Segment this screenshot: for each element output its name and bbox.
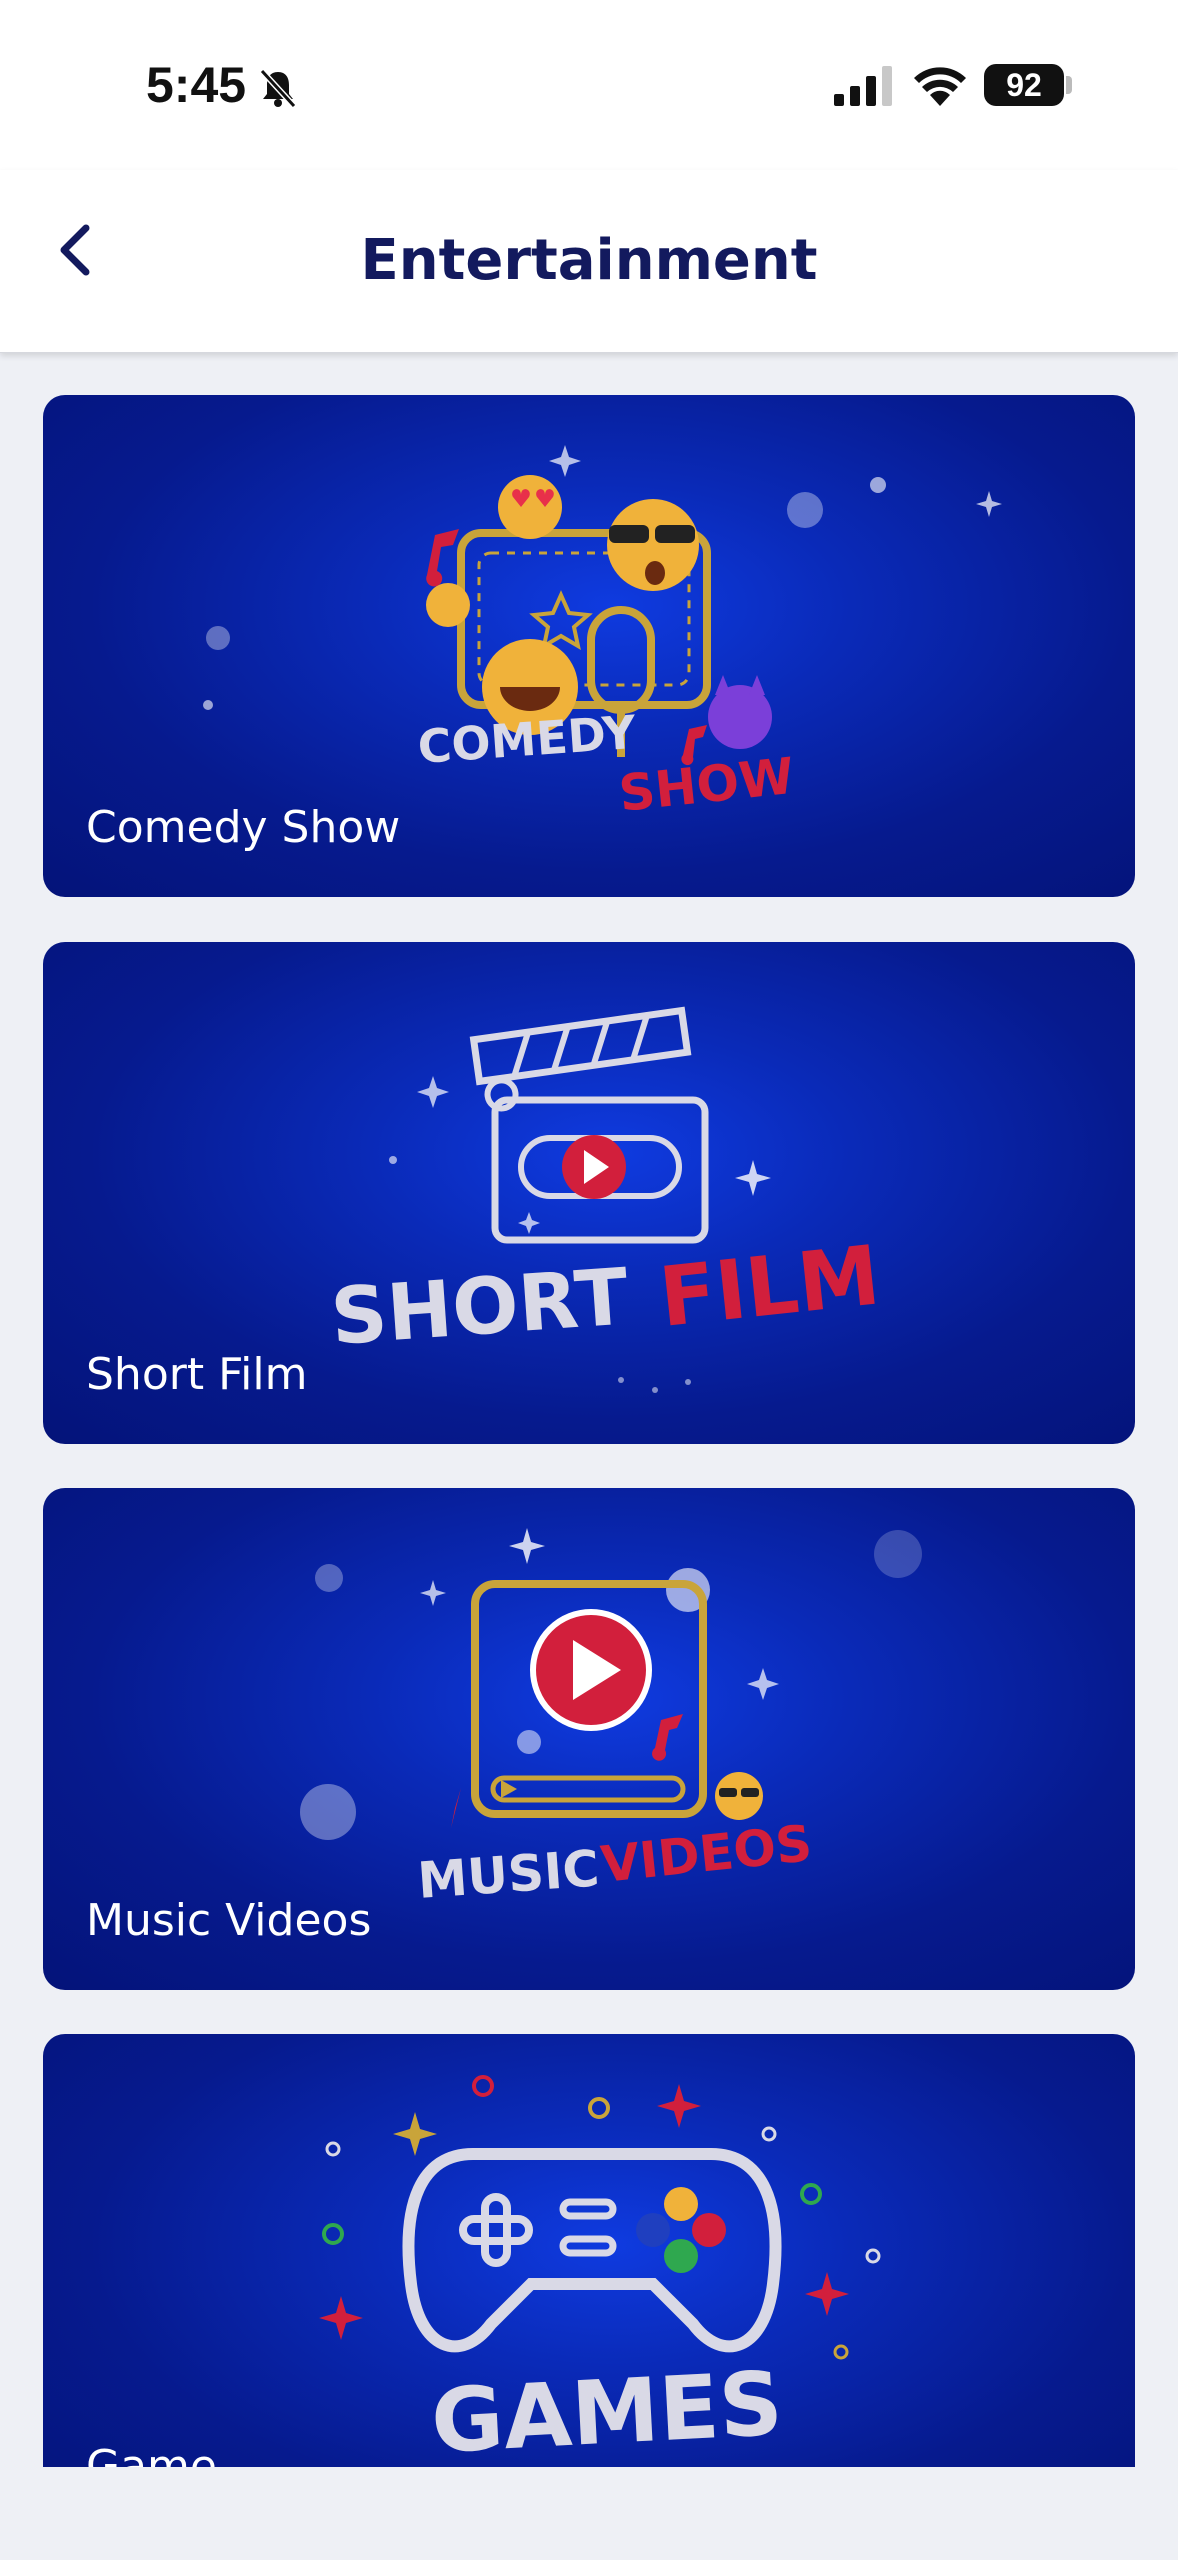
battery-cap — [1066, 76, 1072, 94]
wifi-icon — [914, 67, 966, 106]
category-card-game[interactable]: GAMES Game — [43, 2034, 1135, 2467]
category-label: Music Videos — [86, 1895, 372, 1946]
nav-header: Entertainment — [0, 170, 1178, 353]
battery-icon: 92 — [984, 64, 1064, 106]
film-art-text: FILM — [655, 1228, 884, 1346]
category-list: COMEDY SHOW Comedy Show SHORT FILM Short… — [0, 352, 1178, 2467]
games-art-text: GAMES — [429, 2352, 785, 2467]
bell-slash-icon — [259, 68, 297, 109]
games-artwork: GAMES — [319, 2075, 881, 2467]
comedy-art-text: COMEDY — [416, 705, 638, 774]
short-art-text: SHORT — [328, 1252, 631, 1363]
page-title: Entertainment — [360, 228, 818, 293]
category-label: Short Film — [86, 1349, 308, 1400]
videos-art-text: VIDEOS — [598, 1814, 814, 1894]
category-card-music-videos[interactable]: MUSIC VIDEOS Music Videos — [43, 1488, 1135, 1990]
bottom-safe-area — [0, 2467, 1178, 2560]
music-art-text: MUSIC — [416, 1839, 601, 1910]
category-label: Comedy Show — [86, 802, 401, 853]
category-label: Game — [86, 2441, 217, 2467]
category-card-short-film[interactable]: SHORT FILM Short Film — [43, 942, 1135, 1444]
status-bar: 5:45 92 — [0, 0, 1178, 170]
cellular-signal-icon — [834, 66, 892, 106]
category-card-comedy-show[interactable]: COMEDY SHOW Comedy Show — [43, 395, 1135, 897]
show-art-text: SHOW — [616, 747, 797, 823]
status-time: 5:45 — [146, 57, 247, 113]
